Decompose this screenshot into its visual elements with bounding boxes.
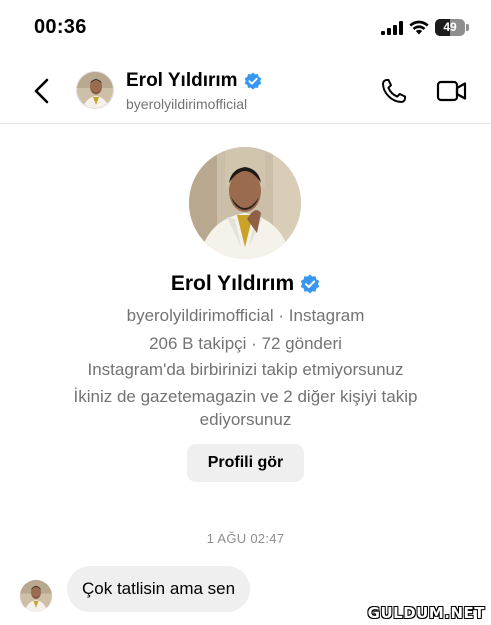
battery-cap bbox=[466, 24, 469, 31]
header-name-row: Erol Yıldırım bbox=[126, 70, 262, 92]
audio-call-button[interactable] bbox=[380, 77, 408, 105]
status-bar: 00:36 49 bbox=[0, 0, 491, 56]
avatar[interactable] bbox=[76, 71, 114, 109]
profile-handle-line: byerolyildirimofficial · Instagram bbox=[126, 306, 365, 325]
status-icons: 49 bbox=[381, 19, 469, 36]
chevron-left-icon bbox=[34, 78, 49, 104]
message-timestamp: 1 AĞU 02:47 bbox=[206, 531, 285, 546]
profile-stats: 206 B takipçi · 72 gönderi bbox=[149, 334, 342, 353]
avatar-image bbox=[20, 580, 52, 612]
profile-avatar[interactable] bbox=[189, 147, 301, 259]
view-profile-button[interactable]: Profili gör bbox=[187, 444, 304, 482]
follow-status: Instagram'da birbirinizi takip etmiyorsu… bbox=[87, 360, 404, 379]
phone-icon bbox=[382, 79, 406, 103]
mutual-follows-line-1: İkiniz de gazetemagazin ve 2 diğer kişiy… bbox=[73, 387, 418, 406]
contact-handle: byerolyildirimofficial bbox=[126, 96, 248, 112]
message-sender-avatar[interactable] bbox=[20, 580, 52, 612]
back-button[interactable] bbox=[28, 76, 56, 106]
cellular-signal-icon bbox=[381, 20, 403, 35]
status-time: 00:36 bbox=[34, 16, 87, 38]
profile-name-row: Erol Yıldırım bbox=[0, 272, 491, 296]
avatar-image bbox=[77, 72, 113, 108]
contact-name: Erol Yıldırım bbox=[126, 70, 238, 91]
video-call-button[interactable] bbox=[436, 77, 468, 105]
chat-header: Erol Yıldırım byerolyildirimofficial bbox=[0, 58, 491, 124]
profile-photo bbox=[189, 147, 301, 259]
watermark: GULDUM.NET bbox=[367, 604, 485, 622]
profile-name: Erol Yıldırım bbox=[170, 272, 295, 295]
battery-indicator: 49 bbox=[435, 19, 465, 36]
verified-badge-icon bbox=[244, 72, 261, 90]
message-bubble[interactable]: Çok tatlisin ama sen bbox=[67, 566, 251, 612]
battery-percentage: 49 bbox=[443, 20, 457, 34]
verified-badge-icon bbox=[300, 274, 320, 294]
video-camera-icon bbox=[436, 80, 467, 102]
mutual-follows-line-2: ediyorsunuz bbox=[199, 410, 292, 429]
wifi-icon bbox=[409, 20, 429, 35]
